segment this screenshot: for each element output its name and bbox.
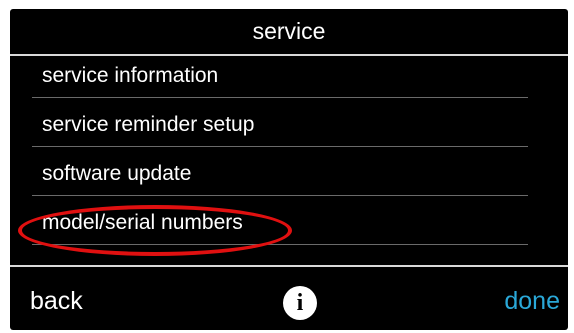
- info-icon: i: [296, 290, 304, 316]
- info-button[interactable]: i: [283, 286, 317, 320]
- thermostat-screen: service service information service remi…: [0, 0, 574, 333]
- menu-item-label: model/serial numbers: [42, 211, 243, 234]
- done-button[interactable]: done: [504, 281, 560, 321]
- menu-item-service-reminder-setup[interactable]: service reminder setup: [32, 99, 528, 147]
- menu-item-label: service information: [42, 64, 219, 87]
- menu-divider: [32, 146, 528, 147]
- menu-divider: [32, 195, 528, 196]
- menu-item-label: service reminder setup: [42, 113, 255, 136]
- footer-divider: [10, 265, 568, 267]
- menu-item-model-serial-numbers[interactable]: model/serial numbers: [32, 197, 528, 245]
- menu-divider: [32, 97, 528, 98]
- menu-divider: [32, 244, 528, 245]
- menu-item-service-information[interactable]: service information: [32, 50, 528, 98]
- back-button[interactable]: back: [30, 281, 83, 321]
- menu-item-label: software update: [42, 162, 192, 185]
- menu-item-software-update[interactable]: software update: [32, 148, 528, 196]
- service-panel: service service information service remi…: [10, 9, 568, 330]
- page-title: service: [252, 18, 326, 44]
